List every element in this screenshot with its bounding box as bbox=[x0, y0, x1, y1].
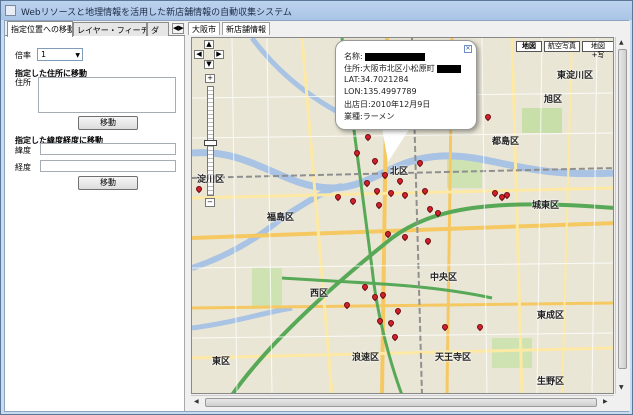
redacted-block bbox=[437, 64, 462, 73]
pan-down-icon[interactable]: ▼ bbox=[204, 60, 214, 69]
scroll-down-icon[interactable]: ▼ bbox=[619, 384, 624, 391]
district-label: 都島区 bbox=[492, 137, 520, 147]
zoom-value: 1 bbox=[41, 50, 47, 59]
chevron-down-icon: ▼ bbox=[75, 52, 80, 59]
district-label: 福島区 bbox=[267, 213, 295, 223]
district-label: 浪速区 bbox=[352, 353, 380, 363]
map-vertical-scrollbar[interactable]: ▲ ▼ bbox=[615, 37, 628, 394]
app-icon bbox=[5, 5, 16, 16]
scroll-right-icon[interactable]: ▶ bbox=[603, 398, 608, 405]
balloon-name-label: 名称: bbox=[344, 52, 363, 61]
info-balloon: ✕ 名称: 住所:大阪市北区小松原町 LAT:34.7021284 LON:13… bbox=[335, 40, 477, 130]
district-label: 北区 bbox=[390, 167, 409, 177]
tab-new-store-info[interactable]: 新店舗情報 bbox=[222, 22, 270, 35]
zoom-in-icon[interactable]: + bbox=[205, 74, 215, 83]
tab-scroll-arrows[interactable]: ◀▶ bbox=[172, 23, 184, 34]
district-label: 東成区 bbox=[537, 311, 565, 321]
zoom-out-icon[interactable]: − bbox=[205, 198, 215, 207]
district-label: 西区 bbox=[310, 289, 329, 299]
window-title: Webリソースと地理情報を活用した新店舗情報の自動収集システム bbox=[21, 8, 292, 18]
lat-input[interactable] bbox=[40, 143, 176, 155]
tab-move-to-location[interactable]: 指定位置への移動 bbox=[7, 21, 73, 37]
close-icon[interactable]: ✕ bbox=[464, 45, 472, 53]
district-label: 旭区 bbox=[544, 95, 563, 105]
map-view[interactable]: 地図 航空写真 地図+写 ▲ ◀ ▶ ▼ + − 北区 福島区 西区 中央区 城… bbox=[191, 37, 614, 394]
district-label: 東淀川区 bbox=[557, 71, 594, 81]
lon-input[interactable] bbox=[40, 160, 176, 172]
zoom-label: 倍率 bbox=[15, 51, 31, 60]
address-label: 住所 bbox=[15, 78, 31, 87]
balloon-lon: LON:135.4997789 bbox=[344, 87, 417, 96]
pan-up-icon[interactable]: ▲ bbox=[204, 40, 214, 49]
balloon-address: 住所:大阪市北区小松原町 bbox=[344, 63, 462, 74]
pan-left-icon[interactable]: ◀ bbox=[194, 50, 204, 59]
left-panel: 指定位置への移動 レイヤー・フィーチャー管理 ダ ◀▶ 倍率 1 ▼ 指定した住… bbox=[5, 21, 185, 411]
pan-right-icon[interactable]: ▶ bbox=[214, 50, 224, 59]
balloon-name: 名称: bbox=[344, 51, 426, 62]
district-label: 天王寺区 bbox=[435, 353, 472, 363]
scroll-up-icon[interactable]: ▲ bbox=[619, 39, 624, 46]
balloon-category: 業種:ラーメン bbox=[344, 112, 395, 121]
zoom-combo[interactable]: 1 ▼ bbox=[37, 48, 83, 61]
move-button-latlon[interactable]: 移動 bbox=[78, 176, 138, 190]
client-area: 指定位置への移動 レイヤー・フィーチャー管理 ダ ◀▶ 倍率 1 ▼ 指定した住… bbox=[4, 20, 630, 412]
district-label: 淀川区 bbox=[197, 175, 225, 185]
balloon-lat: LAT:34.7021284 bbox=[344, 75, 409, 84]
district-label: 東区 bbox=[212, 357, 231, 367]
scroll-left-icon[interactable]: ◀ bbox=[194, 398, 199, 405]
left-tab-strip: 指定位置への移動 レイヤー・フィーチャー管理 ダ ◀▶ bbox=[5, 21, 185, 37]
district-label: 生野区 bbox=[537, 377, 565, 387]
vertical-scroll-thumb[interactable] bbox=[618, 49, 627, 369]
address-input[interactable] bbox=[38, 77, 176, 113]
redacted-block bbox=[365, 52, 426, 61]
district-label: 城東区 bbox=[532, 201, 560, 211]
app-window: Webリソースと地理情報を活用した新店舗情報の自動収集システム 指定位置への移動… bbox=[0, 0, 633, 415]
tab-layer-feature[interactable]: レイヤー・フィーチャー管理 bbox=[73, 22, 147, 36]
info-balloon-tail bbox=[382, 128, 410, 162]
district-label: 中央区 bbox=[430, 273, 458, 283]
maptype-hybrid-button[interactable]: 地図+写 bbox=[582, 41, 613, 59]
title-bar: Webリソースと地理情報を活用した新店舗情報の自動収集システム bbox=[1, 1, 632, 20]
tab-partial[interactable]: ダ bbox=[147, 22, 169, 36]
horizontal-scroll-thumb[interactable] bbox=[205, 398, 597, 407]
maptype-satellite-button[interactable]: 航空写真 bbox=[544, 41, 580, 52]
lon-label: 経度 bbox=[15, 163, 31, 172]
tab-osaka[interactable]: 大阪市 bbox=[188, 22, 220, 35]
balloon-open-date: 出店日:2010年12月9日 bbox=[344, 100, 431, 109]
maptype-map-button[interactable]: 地図 bbox=[516, 41, 542, 52]
lat-label: 緯度 bbox=[15, 146, 31, 155]
zoom-slider-handle[interactable] bbox=[204, 140, 217, 146]
map-panel: 大阪市 新店舗情報 地図 航空写真 地図+写 ▲ ◀ ▶ ▼ + − 北区 福島… bbox=[186, 21, 630, 411]
balloon-address-text: 住所:大阪市北区小松原町 bbox=[344, 64, 435, 73]
map-tab-strip: 大阪市 新店舗情報 bbox=[186, 21, 630, 36]
map-horizontal-scrollbar[interactable]: ◀ ▶ bbox=[191, 395, 614, 408]
move-button-address[interactable]: 移動 bbox=[78, 116, 138, 130]
